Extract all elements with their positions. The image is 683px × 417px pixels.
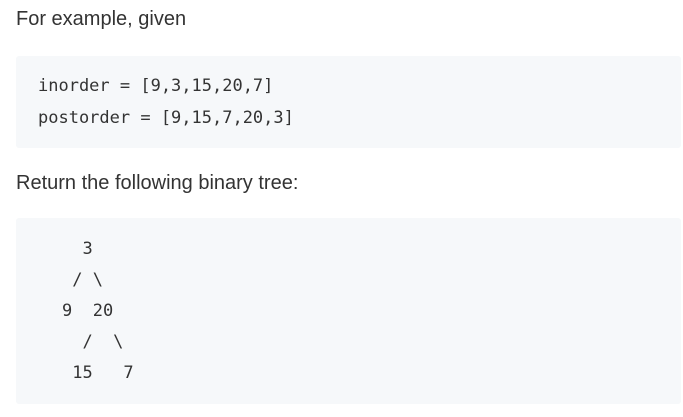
tree-code-block: 3 / \ 9 20 / \ 15 7	[16, 218, 681, 404]
tree-line: 9 20	[62, 301, 114, 321]
problem-content: For example, given inorder = [9,3,15,20,…	[0, 0, 683, 417]
input-code-block: inorder = [9,3,15,20,7] postorder = [9,1…	[16, 56, 681, 148]
tree-line: 3	[62, 239, 93, 259]
tree-line: / \	[62, 270, 103, 290]
postorder-line: postorder = [9,15,7,20,3]	[38, 108, 294, 128]
result-text: Return the following binary tree:	[16, 172, 299, 194]
tree-line: 15 7	[62, 363, 134, 383]
inorder-line: inorder = [9,3,15,20,7]	[38, 76, 274, 96]
intro-text: For example, given	[16, 8, 187, 30]
tree-line: / \	[62, 332, 124, 352]
